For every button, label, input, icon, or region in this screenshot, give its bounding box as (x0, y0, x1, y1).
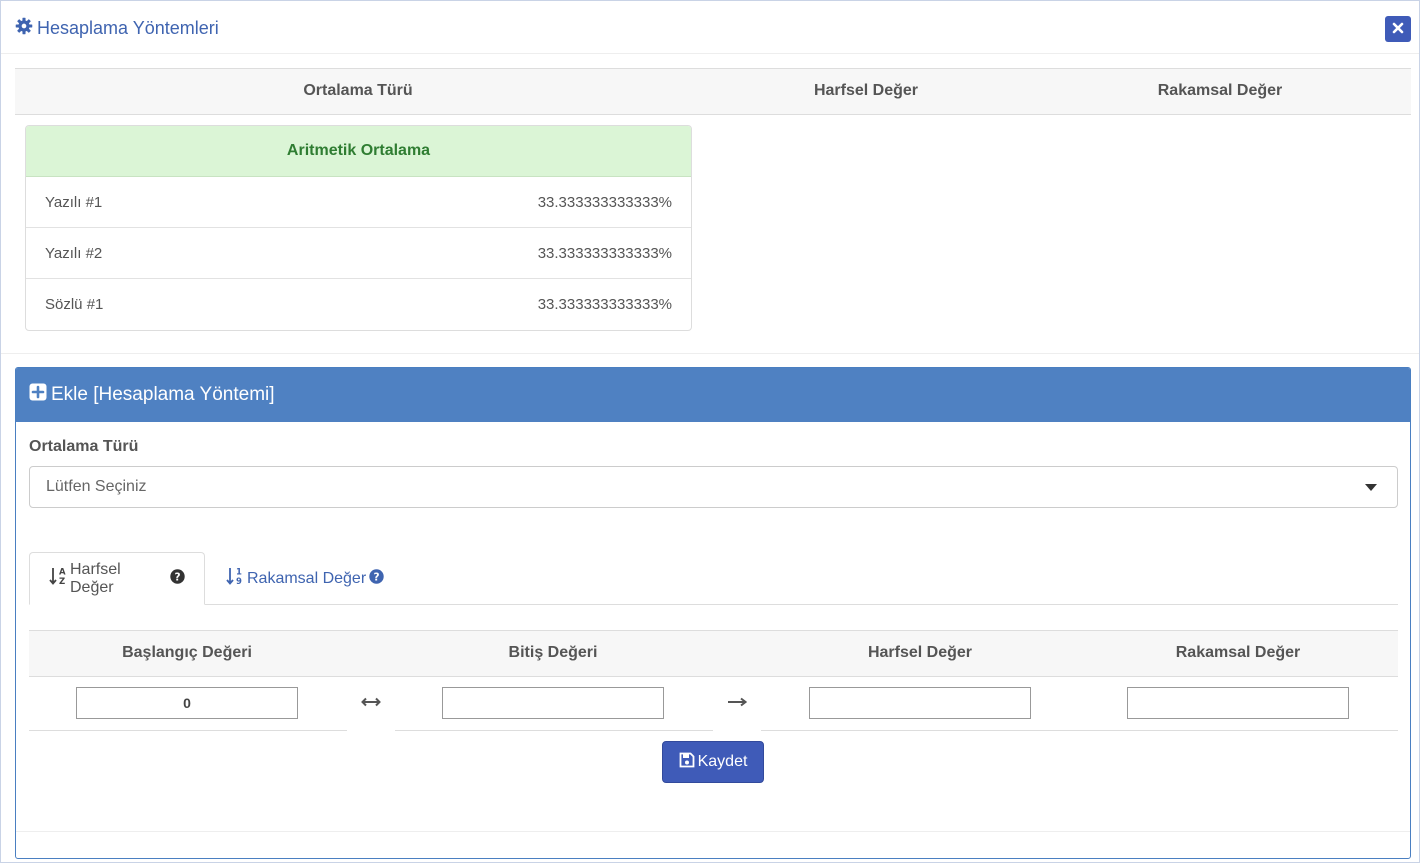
list-item: Yazılı #2 33.333333333333% (26, 228, 691, 279)
average-card: Aritmetik Ortalama Yazılı #1 33.33333333… (25, 125, 692, 331)
average-type-label: Ortalama Türü (29, 438, 139, 455)
right-arrow-icon (727, 695, 748, 712)
close-button[interactable] (1385, 16, 1411, 42)
tab-label: Harfsel Değer (70, 560, 121, 596)
tab-label: Rakamsal Değer (247, 569, 367, 587)
summary-table-header: Ortalama Türü Harfsel Değer Rakamsal Değ… (15, 68, 1411, 115)
column-header-letter-value: Harfsel Değer (813, 82, 919, 99)
sort-alpha-icon: A Z (49, 566, 67, 591)
save-button[interactable]: Kaydet (662, 741, 764, 783)
list-item: Sözlü #1 33.333333333333% (26, 279, 691, 330)
gear-icon (15, 17, 33, 40)
item-name: Sözlü #1 (45, 296, 104, 313)
svg-text:?: ? (174, 571, 180, 583)
column-header-numeric-value: Rakamsal Değer (1157, 82, 1283, 99)
modal-header: Hesaplama Yöntemleri (1, 1, 1419, 54)
question-circle-icon[interactable]: ? (170, 568, 185, 589)
chevron-down-icon (1365, 484, 1377, 491)
svg-text:1: 1 (236, 568, 242, 578)
select-value: Lütfen Seçiniz (46, 478, 147, 495)
average-type-select[interactable]: Lütfen Seçiniz (29, 466, 1398, 508)
table-row: 0 (29, 677, 1398, 732)
sort-numeric-icon: 1 9 (226, 566, 244, 591)
list-item: Yazılı #1 33.333333333333% (26, 177, 691, 228)
section-divider (1, 353, 1419, 354)
svg-text:?: ? (374, 571, 380, 583)
floppy-disk-icon (679, 752, 695, 773)
save-button-label: Kaydet (697, 753, 748, 770)
range-table-header: Başlangıç Değeri Bitiş Değeri Harfsel De… (29, 630, 1398, 677)
end-value-input[interactable] (442, 687, 664, 719)
item-value: 33.333333333333% (537, 193, 672, 211)
start-value-input[interactable]: 0 (76, 687, 298, 719)
average-card-title: Aritmetik Ortalama (26, 126, 691, 177)
tab-letter-value[interactable]: A Z Harfsel Değer ? (29, 552, 205, 605)
letter-value-input[interactable] (809, 687, 1031, 719)
svg-text:9: 9 (236, 577, 242, 586)
item-name: Yazılı #2 (45, 244, 103, 262)
column-header-end-value: Bitiş Değeri (508, 644, 598, 661)
column-header-average-type: Ortalama Türü (303, 82, 413, 99)
column-header-numeric-value: Rakamsal Değer (1175, 644, 1301, 661)
add-method-panel: Ekle [Hesaplama Yöntemi] Ortalama Türü L… (15, 367, 1411, 859)
tab-numeric-value[interactable]: 1 9 Rakamsal Değer ? (207, 552, 403, 605)
add-panel-title: Ekle [Hesaplama Yöntemi] (51, 384, 275, 405)
plus-square-icon (29, 383, 47, 407)
cell-gap (713, 729, 761, 732)
modal-title-text: Hesaplama Yöntemleri (37, 18, 219, 38)
column-header-start-value: Başlangıç Değeri (122, 644, 252, 661)
panel-footer-divider (16, 831, 1410, 832)
left-right-arrow-icon (361, 695, 381, 712)
modal-title: Hesaplama Yöntemleri (15, 17, 219, 40)
svg-text:A: A (59, 568, 66, 578)
svg-text:Z: Z (59, 577, 65, 586)
numeric-value-input[interactable] (1127, 687, 1349, 719)
item-value: 33.333333333333% (537, 244, 672, 262)
item-value: 33.333333333333% (537, 296, 672, 313)
question-circle-icon[interactable]: ? (369, 568, 384, 589)
add-panel-header: Ekle [Hesaplama Yöntemi] (16, 368, 1410, 422)
close-icon (1392, 21, 1404, 38)
column-header-letter-value: Harfsel Değer (867, 644, 973, 661)
item-name: Yazılı #1 (45, 193, 103, 211)
cell-gap (347, 729, 395, 732)
